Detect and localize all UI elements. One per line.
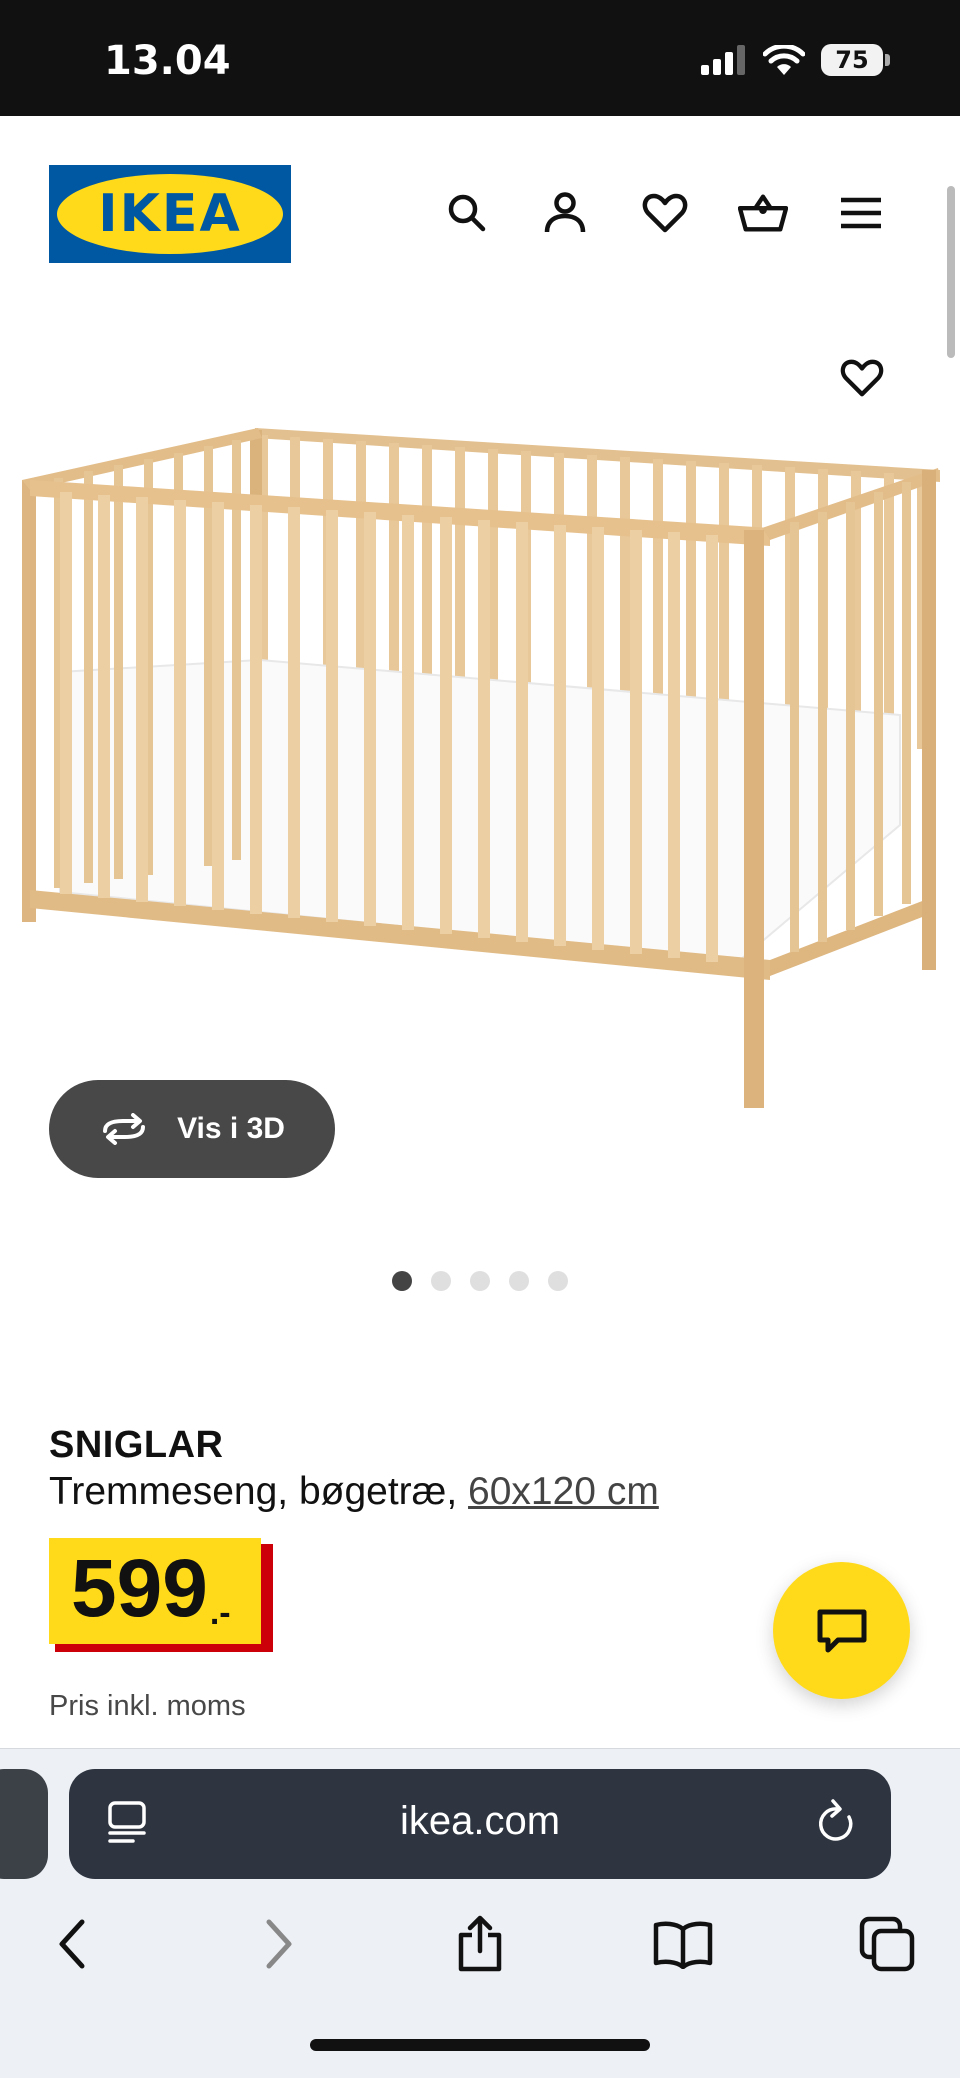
heart-icon[interactable] [640,188,690,238]
status-icons: 75 [701,44,890,76]
product-description: Tremmeseng, bøgetræ, 60x120 cm [49,1470,659,1514]
product-size-link[interactable]: 60x120 cm [468,1470,659,1513]
product-name: SNIGLAR [49,1424,224,1466]
price-integer: 599 [71,1543,208,1634]
chat-icon [817,1609,866,1652]
home-indicator[interactable] [310,2039,650,2051]
carousel-dots [392,1271,568,1291]
battery-icon: 75 [821,44,890,76]
favorite-button[interactable] [836,352,888,404]
basket-icon[interactable] [738,188,788,238]
chat-button[interactable] [773,1562,910,1699]
account-icon[interactable] [540,188,590,238]
url-text: ikea.com [399,1799,561,1843]
heart-outline-icon [840,359,884,397]
bookmarks-icon[interactable] [648,1909,718,1979]
price-decimal: .- [209,1594,231,1632]
search-icon[interactable] [442,188,492,238]
product-type: Tremmeseng, bøgetræ, [49,1470,469,1513]
back-icon[interactable] [37,1909,107,1979]
carousel-dot-2[interactable] [431,1271,451,1291]
reload-icon[interactable] [815,1799,857,1850]
share-icon[interactable] [445,1909,515,1979]
address-bar[interactable]: ikea.com [69,1769,891,1879]
rotate-3d-icon [103,1113,146,1145]
product-image[interactable] [0,320,960,1120]
view-3d-label: Vis i 3D [177,1112,285,1145]
view-3d-button[interactable]: Vis i 3D [49,1080,335,1178]
status-bar: 13.04 75 [0,0,960,116]
carousel-dot-1[interactable] [392,1271,412,1291]
tabs-icon[interactable] [852,1909,922,1979]
status-time: 13.04 [104,38,231,84]
signal-icon [701,45,745,75]
crib-illustration [22,428,940,1108]
previous-tab-preview[interactable] [0,1769,48,1879]
price-note: Pris inkl. moms [49,1690,246,1722]
carousel-dot-5[interactable] [548,1271,568,1291]
logo-text: IKEA [98,184,242,244]
carousel-dot-3[interactable] [470,1271,490,1291]
carousel-dot-4[interactable] [509,1271,529,1291]
ikea-logo[interactable]: IKEA [49,165,291,263]
wifi-icon [763,45,805,75]
browser-toolbar: ikea.com [0,1748,960,2078]
menu-icon[interactable] [836,188,886,238]
price-tag: 599 .- [49,1538,273,1652]
battery-level: 75 [821,44,883,76]
forward-icon[interactable] [244,1909,314,1979]
